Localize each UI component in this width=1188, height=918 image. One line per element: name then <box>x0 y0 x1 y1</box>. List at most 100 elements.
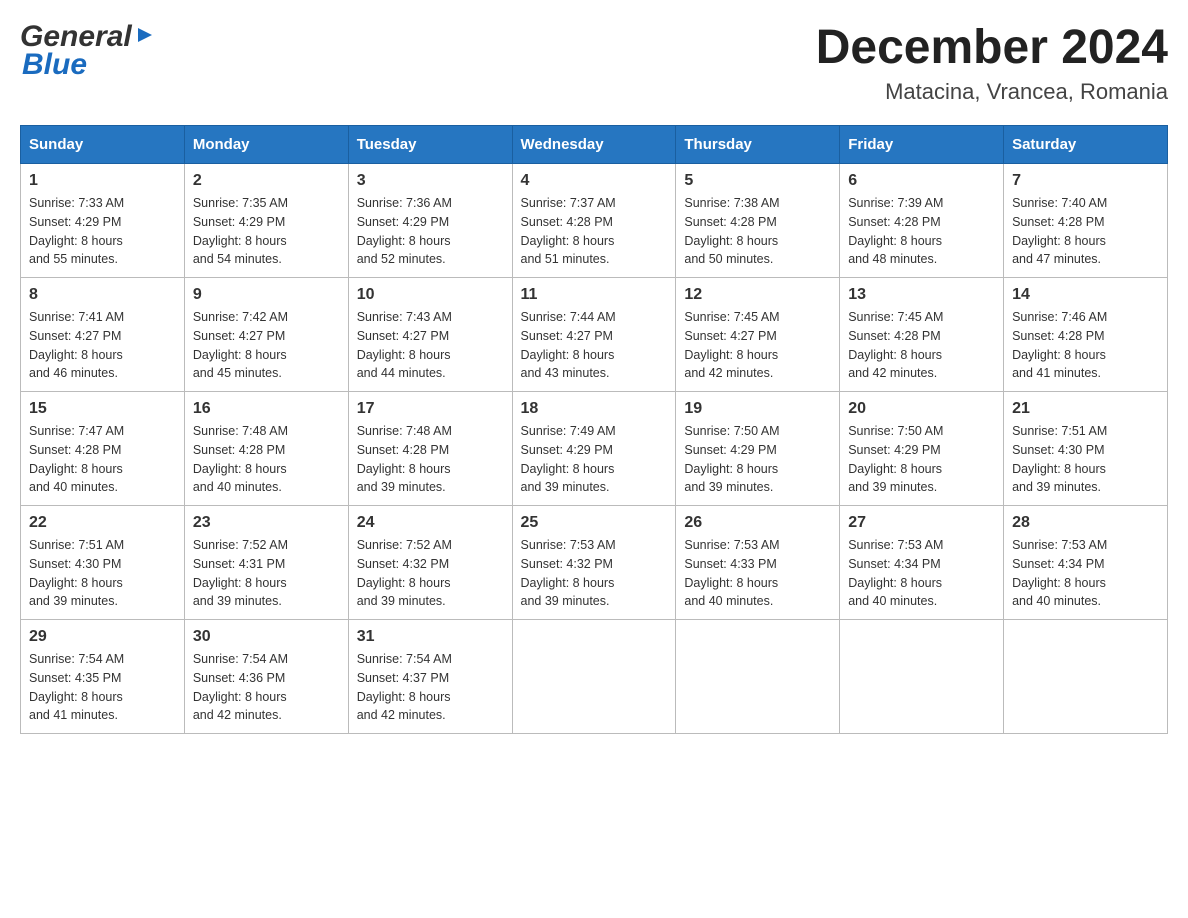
day-info: Sunrise: 7:53 AM Sunset: 4:33 PM Dayligh… <box>684 536 831 611</box>
day-info: Sunrise: 7:53 AM Sunset: 4:34 PM Dayligh… <box>1012 536 1159 611</box>
calendar-cell: 17 Sunrise: 7:48 AM Sunset: 4:28 PM Dayl… <box>348 392 512 506</box>
day-number: 25 <box>521 514 668 532</box>
day-number: 22 <box>29 514 176 532</box>
calendar-cell: 25 Sunrise: 7:53 AM Sunset: 4:32 PM Dayl… <box>512 506 676 620</box>
day-number: 8 <box>29 286 176 304</box>
day-number: 14 <box>1012 286 1159 304</box>
calendar-cell: 3 Sunrise: 7:36 AM Sunset: 4:29 PM Dayli… <box>348 164 512 278</box>
calendar-cell <box>676 620 840 734</box>
title-block: December 2024 Matacina, Vrancea, Romania <box>816 20 1168 105</box>
calendar-cell: 14 Sunrise: 7:46 AM Sunset: 4:28 PM Dayl… <box>1004 278 1168 392</box>
day-number: 21 <box>1012 400 1159 418</box>
page-title: December 2024 <box>816 20 1168 75</box>
day-info: Sunrise: 7:49 AM Sunset: 4:29 PM Dayligh… <box>521 422 668 497</box>
calendar-cell: 30 Sunrise: 7:54 AM Sunset: 4:36 PM Dayl… <box>184 620 348 734</box>
day-number: 17 <box>357 400 504 418</box>
weekday-header-thursday: Thursday <box>676 126 840 164</box>
day-number: 30 <box>193 628 340 646</box>
calendar-week-5: 29 Sunrise: 7:54 AM Sunset: 4:35 PM Dayl… <box>21 620 1168 734</box>
calendar-cell <box>840 620 1004 734</box>
day-number: 10 <box>357 286 504 304</box>
day-number: 11 <box>521 286 668 304</box>
calendar-cell: 4 Sunrise: 7:37 AM Sunset: 4:28 PM Dayli… <box>512 164 676 278</box>
day-number: 3 <box>357 172 504 190</box>
day-number: 29 <box>29 628 176 646</box>
calendar-week-3: 15 Sunrise: 7:47 AM Sunset: 4:28 PM Dayl… <box>21 392 1168 506</box>
page-header: General Blue December 2024 Matacina, Vra… <box>20 20 1168 105</box>
day-info: Sunrise: 7:35 AM Sunset: 4:29 PM Dayligh… <box>193 194 340 269</box>
day-info: Sunrise: 7:47 AM Sunset: 4:28 PM Dayligh… <box>29 422 176 497</box>
logo-blue-text: Blue <box>22 48 156 82</box>
day-info: Sunrise: 7:38 AM Sunset: 4:28 PM Dayligh… <box>684 194 831 269</box>
day-info: Sunrise: 7:40 AM Sunset: 4:28 PM Dayligh… <box>1012 194 1159 269</box>
calendar-cell: 11 Sunrise: 7:44 AM Sunset: 4:27 PM Dayl… <box>512 278 676 392</box>
day-number: 15 <box>29 400 176 418</box>
logo-icon <box>134 24 156 46</box>
day-info: Sunrise: 7:41 AM Sunset: 4:27 PM Dayligh… <box>29 308 176 383</box>
day-info: Sunrise: 7:53 AM Sunset: 4:32 PM Dayligh… <box>521 536 668 611</box>
calendar-cell <box>1004 620 1168 734</box>
day-info: Sunrise: 7:54 AM Sunset: 4:37 PM Dayligh… <box>357 650 504 725</box>
calendar-week-2: 8 Sunrise: 7:41 AM Sunset: 4:27 PM Dayli… <box>21 278 1168 392</box>
calendar-cell: 7 Sunrise: 7:40 AM Sunset: 4:28 PM Dayli… <box>1004 164 1168 278</box>
calendar-cell: 12 Sunrise: 7:45 AM Sunset: 4:27 PM Dayl… <box>676 278 840 392</box>
calendar-cell: 15 Sunrise: 7:47 AM Sunset: 4:28 PM Dayl… <box>21 392 185 506</box>
day-number: 24 <box>357 514 504 532</box>
day-number: 23 <box>193 514 340 532</box>
calendar-cell: 5 Sunrise: 7:38 AM Sunset: 4:28 PM Dayli… <box>676 164 840 278</box>
day-number: 1 <box>29 172 176 190</box>
weekday-header-tuesday: Tuesday <box>348 126 512 164</box>
day-info: Sunrise: 7:51 AM Sunset: 4:30 PM Dayligh… <box>29 536 176 611</box>
calendar-cell: 29 Sunrise: 7:54 AM Sunset: 4:35 PM Dayl… <box>21 620 185 734</box>
day-number: 13 <box>848 286 995 304</box>
calendar-cell: 28 Sunrise: 7:53 AM Sunset: 4:34 PM Dayl… <box>1004 506 1168 620</box>
calendar-cell <box>512 620 676 734</box>
day-number: 4 <box>521 172 668 190</box>
day-info: Sunrise: 7:48 AM Sunset: 4:28 PM Dayligh… <box>193 422 340 497</box>
day-number: 28 <box>1012 514 1159 532</box>
weekday-header-row: SundayMondayTuesdayWednesdayThursdayFrid… <box>21 126 1168 164</box>
day-info: Sunrise: 7:51 AM Sunset: 4:30 PM Dayligh… <box>1012 422 1159 497</box>
day-info: Sunrise: 7:43 AM Sunset: 4:27 PM Dayligh… <box>357 308 504 383</box>
calendar-cell: 8 Sunrise: 7:41 AM Sunset: 4:27 PM Dayli… <box>21 278 185 392</box>
day-number: 7 <box>1012 172 1159 190</box>
calendar-cell: 24 Sunrise: 7:52 AM Sunset: 4:32 PM Dayl… <box>348 506 512 620</box>
day-number: 16 <box>193 400 340 418</box>
calendar-cell: 1 Sunrise: 7:33 AM Sunset: 4:29 PM Dayli… <box>21 164 185 278</box>
day-number: 9 <box>193 286 340 304</box>
day-info: Sunrise: 7:44 AM Sunset: 4:27 PM Dayligh… <box>521 308 668 383</box>
calendar-cell: 16 Sunrise: 7:48 AM Sunset: 4:28 PM Dayl… <box>184 392 348 506</box>
day-info: Sunrise: 7:54 AM Sunset: 4:36 PM Dayligh… <box>193 650 340 725</box>
weekday-header-saturday: Saturday <box>1004 126 1168 164</box>
day-info: Sunrise: 7:42 AM Sunset: 4:27 PM Dayligh… <box>193 308 340 383</box>
day-info: Sunrise: 7:45 AM Sunset: 4:28 PM Dayligh… <box>848 308 995 383</box>
calendar-cell: 21 Sunrise: 7:51 AM Sunset: 4:30 PM Dayl… <box>1004 392 1168 506</box>
day-info: Sunrise: 7:54 AM Sunset: 4:35 PM Dayligh… <box>29 650 176 725</box>
calendar-cell: 6 Sunrise: 7:39 AM Sunset: 4:28 PM Dayli… <box>840 164 1004 278</box>
calendar-cell: 22 Sunrise: 7:51 AM Sunset: 4:30 PM Dayl… <box>21 506 185 620</box>
day-number: 20 <box>848 400 995 418</box>
calendar-cell: 23 Sunrise: 7:52 AM Sunset: 4:31 PM Dayl… <box>184 506 348 620</box>
day-info: Sunrise: 7:33 AM Sunset: 4:29 PM Dayligh… <box>29 194 176 269</box>
calendar-cell: 26 Sunrise: 7:53 AM Sunset: 4:33 PM Dayl… <box>676 506 840 620</box>
day-number: 2 <box>193 172 340 190</box>
day-info: Sunrise: 7:48 AM Sunset: 4:28 PM Dayligh… <box>357 422 504 497</box>
page-subtitle: Matacina, Vrancea, Romania <box>816 79 1168 105</box>
weekday-header-sunday: Sunday <box>21 126 185 164</box>
day-info: Sunrise: 7:46 AM Sunset: 4:28 PM Dayligh… <box>1012 308 1159 383</box>
day-info: Sunrise: 7:45 AM Sunset: 4:27 PM Dayligh… <box>684 308 831 383</box>
weekday-header-wednesday: Wednesday <box>512 126 676 164</box>
logo: General Blue <box>20 20 156 82</box>
day-info: Sunrise: 7:52 AM Sunset: 4:31 PM Dayligh… <box>193 536 340 611</box>
weekday-header-friday: Friday <box>840 126 1004 164</box>
day-info: Sunrise: 7:53 AM Sunset: 4:34 PM Dayligh… <box>848 536 995 611</box>
day-info: Sunrise: 7:39 AM Sunset: 4:28 PM Dayligh… <box>848 194 995 269</box>
calendar-cell: 10 Sunrise: 7:43 AM Sunset: 4:27 PM Dayl… <box>348 278 512 392</box>
calendar-cell: 2 Sunrise: 7:35 AM Sunset: 4:29 PM Dayli… <box>184 164 348 278</box>
day-number: 6 <box>848 172 995 190</box>
day-number: 31 <box>357 628 504 646</box>
calendar-week-1: 1 Sunrise: 7:33 AM Sunset: 4:29 PM Dayli… <box>21 164 1168 278</box>
day-info: Sunrise: 7:37 AM Sunset: 4:28 PM Dayligh… <box>521 194 668 269</box>
day-number: 12 <box>684 286 831 304</box>
weekday-header-monday: Monday <box>184 126 348 164</box>
